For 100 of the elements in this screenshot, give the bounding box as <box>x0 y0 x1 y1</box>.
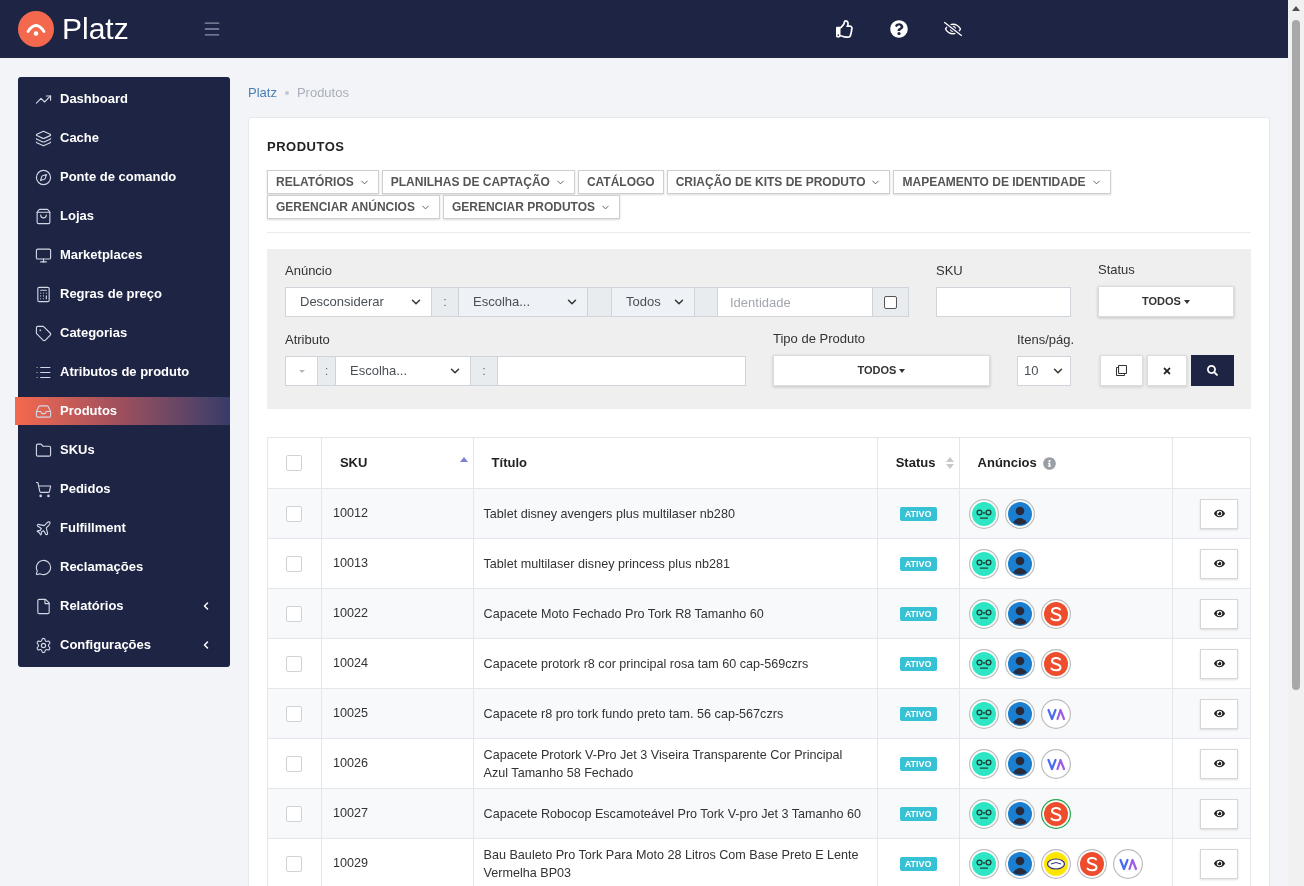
field-label: Status <box>1098 262 1136 278</box>
scroll-up-arrow-icon[interactable] <box>1292 6 1300 11</box>
eye-slash-icon[interactable] <box>944 20 962 38</box>
table-row[interactable]: 10012 Tablet disney avengers plus multilaser nb280 ATIVO <box>268 488 1250 538</box>
caret-down-icon <box>899 368 906 373</box>
toolbar-button[interactable]: PLANILHAS DE CAPTAÇÃO <box>381 170 575 194</box>
field-label: Tipo de Produto <box>773 331 867 347</box>
copy-button[interactable] <box>1100 355 1143 386</box>
scrollbar-thumb[interactable] <box>1292 20 1300 690</box>
separator-addon: : <box>432 287 459 317</box>
view-button[interactable] <box>1200 848 1238 879</box>
status-dropdown[interactable]: TODOS <box>1098 286 1234 317</box>
eye-icon <box>1213 558 1225 569</box>
sidebar-item[interactable]: Fulfillment <box>18 514 230 542</box>
folder-icon <box>35 441 52 459</box>
sidebar-item[interactable]: Pedidos <box>18 475 230 503</box>
shopping-bag-icon <box>35 207 52 225</box>
toolbar-button[interactable]: GERENCIAR ANÚNCIOS <box>267 195 440 219</box>
table-cell-text: Capacete protork r8 cor principal rosa tam 60 cap-569czrs <box>483 655 809 673</box>
search-button[interactable] <box>1191 355 1234 386</box>
table-cell-text: 10026 <box>331 755 368 773</box>
sidebar-item[interactable]: SKUs <box>18 436 230 464</box>
sidebar-item[interactable]: Reclamações <box>18 553 230 581</box>
table-row[interactable]: 10024 Capacete protork r8 cor principal rosa tam 60 cap-569czrs ATIVO <box>268 638 1250 688</box>
table-cell-text: Capacete Robocop Escamoteável Pro Tork V-pro Jet 3 Tamanho 60 <box>483 805 862 823</box>
table-row[interactable]: 10026 Capacete Protork V-Pro Jet 3 Viseira Transparente Cor Principal Azul Tamanho 58 Fechado ATIVO <box>268 738 1250 788</box>
toolbar-button[interactable]: CATÁLOGO <box>577 170 664 194</box>
speech-bubble-icon <box>35 558 52 576</box>
toolbar-button[interactable]: MAPEAMENTO DE IDENTIDADE <box>893 170 1111 194</box>
calculator-icon <box>35 285 52 303</box>
toolbar-button[interactable]: RELATÓRIOS <box>267 170 379 194</box>
sidebar-item[interactable]: Categorias <box>18 319 230 347</box>
breadcrumb-link[interactable]: Platz <box>248 83 277 103</box>
clear-button[interactable] <box>1147 355 1187 386</box>
row-checkbox[interactable] <box>286 655 303 672</box>
view-button[interactable] <box>1200 498 1238 529</box>
scrollbar[interactable] <box>1288 0 1304 886</box>
row-checkbox[interactable] <box>286 805 303 822</box>
sidebar-item[interactable]: Atributos de produto <box>18 358 230 386</box>
table-row[interactable]: 10022 Capacete Moto Fechado Pro Tork R8 Tamanho 60 ATIVO <box>268 588 1250 638</box>
sidebar-item[interactable]: Regras de preço <box>18 280 230 308</box>
table-row[interactable]: 10029 Bau Bauleto Pro Tork Para Moto 28 Litros Com Base Preto E Lente Vermelha BP03 ATIVO <box>268 838 1250 886</box>
row-checkbox[interactable] <box>286 605 303 622</box>
field-label: Itens/pág. <box>1017 332 1071 348</box>
input-addon <box>588 287 612 317</box>
view-button[interactable] <box>1200 648 1238 679</box>
identity-input[interactable]: Identidade <box>718 287 873 317</box>
document-icon <box>35 597 52 615</box>
brand-logo-icon[interactable] <box>18 11 54 47</box>
table-row[interactable]: 10013 Tablet multilaser disney princess plus nb281 ATIVO <box>268 538 1250 588</box>
sidebar-item[interactable]: Ponte de comando <box>18 163 230 191</box>
sidebar-item[interactable]: Cache <box>18 124 230 152</box>
table-row[interactable]: 10027 Capacete Robocop Escamoteável Pro Tork V-pro Jet 3 Tamanho 60 ATIVO <box>268 788 1250 838</box>
help-icon[interactable] <box>890 20 908 38</box>
sku-input[interactable] <box>936 287 1071 317</box>
view-button[interactable] <box>1200 598 1238 629</box>
table-cell-text: Capacete Protork V-Pro Jet 3 Viseira Transparente Cor Principal Azul Tamanho 58 Fechado <box>483 746 844 782</box>
table-cell-text: Bau Bauleto Pro Tork Para Moto 28 Litros Com Base Preto E Lente Vermelha BP03 <box>483 846 860 882</box>
row-checkbox[interactable] <box>286 555 303 572</box>
view-button[interactable] <box>1200 548 1238 579</box>
sidebar-item[interactable]: Marketplaces <box>18 241 230 269</box>
table-cell-text: 10013 <box>331 555 368 573</box>
product-type-dropdown[interactable]: TODOS <box>773 355 990 386</box>
cart-icon <box>35 480 52 498</box>
table-cell-text: 10022 <box>331 605 368 623</box>
eye-icon <box>1213 508 1225 519</box>
row-checkbox[interactable] <box>286 755 303 772</box>
view-button[interactable] <box>1200 798 1238 829</box>
row-checkbox[interactable] <box>286 505 303 522</box>
row-checkbox[interactable] <box>286 705 303 722</box>
row-checkbox[interactable] <box>286 855 303 872</box>
status-badge: ATIVO <box>899 606 937 621</box>
mode-select[interactable]: Desconsiderar <box>285 287 432 317</box>
status-badge: ATIVO <box>899 706 937 721</box>
column-header[interactable]: SKU <box>339 453 460 473</box>
view-button[interactable] <box>1200 698 1238 729</box>
breadcrumb-current: Produtos <box>296 84 349 103</box>
toolbar-button[interactable]: GERENCIAR PRODUTOS <box>442 195 621 219</box>
sidebar-item[interactable]: Relatórios <box>18 592 230 620</box>
sidebar-item[interactable]: Dashboard <box>18 85 230 113</box>
attribute-value-input[interactable] <box>498 356 746 386</box>
eye-icon <box>1213 708 1225 719</box>
input-addon <box>695 287 718 317</box>
settings-icon <box>35 636 52 654</box>
per-page-select[interactable]: 10 <box>1017 356 1071 386</box>
thumbs-up-icon[interactable] <box>836 20 854 38</box>
brand-name[interactable]: Platz <box>62 12 129 46</box>
info-icon[interactable] <box>1042 456 1056 470</box>
sidebar-item[interactable]: Configurações <box>18 631 230 659</box>
sidebar-item[interactable]: Produtos <box>15 397 230 425</box>
sidebar-item[interactable]: Lojas <box>18 202 230 230</box>
separator-addon: : <box>471 356 498 386</box>
toolbar-button[interactable]: CRIAÇÃO DE KITS DE PRODUTO <box>666 170 891 194</box>
status-badge: ATIVO <box>899 656 937 671</box>
table-row[interactable]: 10025 Capacete r8 pro tork fundo preto tam. 56 cap-567czrs ATIVO <box>268 688 1250 738</box>
row-checkbox[interactable] <box>286 455 303 471</box>
attribute-select[interactable]: Escolha... <box>336 356 471 386</box>
identity-checkbox[interactable] <box>884 295 897 309</box>
view-button[interactable] <box>1200 748 1238 779</box>
column-header[interactable]: Status <box>895 453 946 473</box>
